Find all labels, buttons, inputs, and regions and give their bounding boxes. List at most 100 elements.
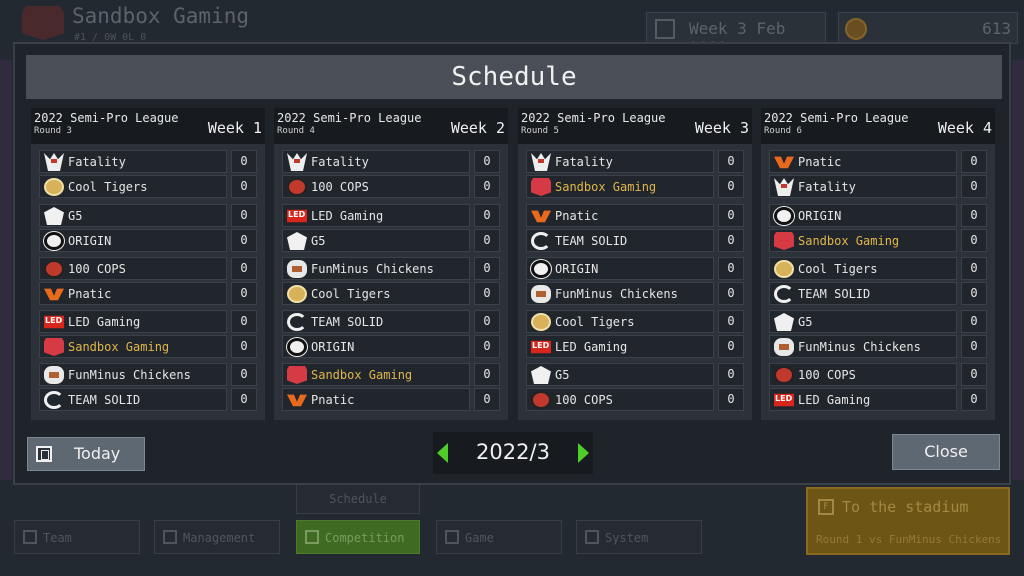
- match[interactable]: Cool Tigers 0 TEAM SOLID 0: [769, 257, 987, 307]
- team-cell: TEAM SOLID: [526, 229, 714, 252]
- team-name: ORIGIN: [798, 209, 842, 223]
- match[interactable]: Fatality 0 100 COPS 0: [282, 150, 500, 200]
- match[interactable]: Fatality 0 Cool Tigers 0: [39, 150, 257, 200]
- g5-logo-icon: [287, 232, 307, 250]
- team-cell: 100 COPS: [282, 175, 470, 198]
- team-cell: LED Gaming: [769, 388, 957, 411]
- nav-management[interactable]: Management: [154, 520, 280, 554]
- team-score: 0: [231, 204, 257, 227]
- close-button[interactable]: Close: [892, 434, 1000, 470]
- fatality-logo-icon: [287, 153, 307, 171]
- origin-logo-icon: [287, 338, 307, 356]
- team-score: 0: [474, 257, 500, 280]
- team-score: 0: [718, 229, 744, 252]
- match-team-row: TEAM SOLID 0: [769, 282, 987, 306]
- team-score: 0: [961, 388, 987, 411]
- today-button[interactable]: Today: [27, 437, 145, 471]
- team-cell: Cool Tigers: [39, 175, 227, 198]
- match-team-row: Sandbox Gaming 0: [769, 229, 987, 253]
- tigers-logo-icon: [44, 178, 64, 196]
- match[interactable]: LED Gaming 0 G5 0: [282, 204, 500, 254]
- match[interactable]: G5 0 FunMinus Chickens 0: [769, 310, 987, 360]
- match[interactable]: FunMinus Chickens 0 TEAM SOLID 0: [39, 363, 257, 413]
- nav-competition-label: Competition: [325, 531, 405, 545]
- team-score: 0: [718, 204, 744, 227]
- team-cell: ORIGIN: [39, 229, 227, 252]
- team-name: Cool Tigers: [311, 287, 391, 301]
- team-score: 0: [961, 282, 987, 305]
- pnatic-logo-icon: [44, 288, 64, 301]
- week-card: 2022 Semi-Pro League Round 6 Week 4 Pnatic 0…: [761, 108, 995, 420]
- match[interactable]: Cool Tigers 0 LED Gaming 0: [526, 310, 744, 360]
- team-score: 0: [474, 175, 500, 198]
- match[interactable]: 100 COPS 0 Pnatic 0: [39, 257, 257, 307]
- led-logo-icon: [531, 340, 551, 354]
- week-label: Week 3: [694, 119, 749, 137]
- match[interactable]: 100 COPS 0 LED Gaming 0: [769, 363, 987, 413]
- match[interactable]: Pnatic 0 TEAM SOLID 0: [526, 204, 744, 254]
- right-edge-decoration: [1012, 60, 1024, 480]
- team-cell: ORIGIN: [526, 257, 714, 280]
- team-score: 0: [961, 204, 987, 227]
- match[interactable]: Sandbox Gaming 0 Pnatic 0: [282, 363, 500, 413]
- match[interactable]: LED Gaming 0 Sandbox Gaming 0: [39, 310, 257, 360]
- week-card: 2022 Semi-Pro League Round 3 Week 1 Fatalit…: [31, 108, 265, 420]
- match[interactable]: Fatality 0 Sandbox Gaming 0: [526, 150, 744, 200]
- team-score: 0: [718, 282, 744, 305]
- team-cell: Sandbox Gaming: [526, 175, 714, 198]
- team-score: 0: [231, 229, 257, 252]
- match[interactable]: FunMinus Chickens 0 Cool Tigers 0: [282, 257, 500, 307]
- coin-balance: 613: [838, 12, 1018, 44]
- match[interactable]: G5 0 ORIGIN 0: [39, 204, 257, 254]
- team-score: 0: [961, 363, 987, 386]
- match-team-row: Cool Tigers 0: [39, 175, 257, 199]
- team-name: LED Gaming: [555, 340, 628, 354]
- week-card-header: 2022 Semi-Pro League Round 6 Week 4: [761, 108, 995, 144]
- schedule-subtab[interactable]: Schedule: [296, 484, 420, 514]
- match-team-row: FunMinus Chickens 0: [282, 257, 500, 281]
- team-score: 0: [961, 257, 987, 280]
- next-month-arrow-icon[interactable]: [578, 443, 589, 463]
- nav-game[interactable]: Game: [436, 520, 562, 554]
- coin-value: 613: [982, 19, 1011, 38]
- match[interactable]: Pnatic 0 Fatality 0: [769, 150, 987, 200]
- team-score: 0: [474, 204, 500, 227]
- team-name: Cool Tigers: [798, 262, 878, 276]
- league-name: 2022 Semi-Pro League: [521, 111, 666, 125]
- key-f-icon: F: [818, 499, 834, 515]
- team-score: 0: [231, 335, 257, 358]
- team-cell: TEAM SOLID: [769, 282, 957, 305]
- team-cell: Fatality: [39, 150, 227, 173]
- match-team-row: TEAM SOLID 0: [526, 229, 744, 253]
- match[interactable]: ORIGIN 0 Sandbox Gaming 0: [769, 204, 987, 254]
- match-team-row: Sandbox Gaming 0: [282, 363, 500, 387]
- team-name: Pnatic: [68, 287, 112, 301]
- team-score: 0: [718, 335, 744, 358]
- team-score: 0: [961, 335, 987, 358]
- week-label: Week 2: [450, 119, 505, 137]
- fatality-logo-icon: [44, 153, 64, 171]
- nav-competition[interactable]: Competition: [296, 520, 420, 554]
- match-team-row: Fatality 0: [39, 150, 257, 174]
- solid-logo-icon: [531, 232, 551, 250]
- to-stadium-button[interactable]: F To the stadium Round 1 vs FunMinus Chi…: [806, 487, 1010, 555]
- team-score: 0: [474, 335, 500, 358]
- nav-system[interactable]: System: [576, 520, 702, 554]
- team-cell: Fatality: [282, 150, 470, 173]
- round-label: Round 6: [764, 126, 802, 136]
- team-score: 0: [231, 175, 257, 198]
- gear-icon: [585, 530, 599, 544]
- team-score: 0: [718, 310, 744, 333]
- match-team-row: 100 COPS 0: [526, 388, 744, 412]
- match[interactable]: ORIGIN 0 FunMinus Chickens 0: [526, 257, 744, 307]
- match[interactable]: G5 0 100 COPS 0: [526, 363, 744, 413]
- week-label: Week 4: [937, 119, 992, 137]
- team-cell: Cool Tigers: [526, 310, 714, 333]
- team-cell: Pnatic: [39, 282, 227, 305]
- match[interactable]: TEAM SOLID 0 ORIGIN 0: [282, 310, 500, 360]
- calendar-day-icon: [36, 446, 52, 462]
- team-cell: Pnatic: [282, 388, 470, 411]
- nav-team[interactable]: Team: [14, 520, 140, 554]
- team-name: ORIGIN: [311, 340, 355, 354]
- team-cell: G5: [769, 310, 957, 333]
